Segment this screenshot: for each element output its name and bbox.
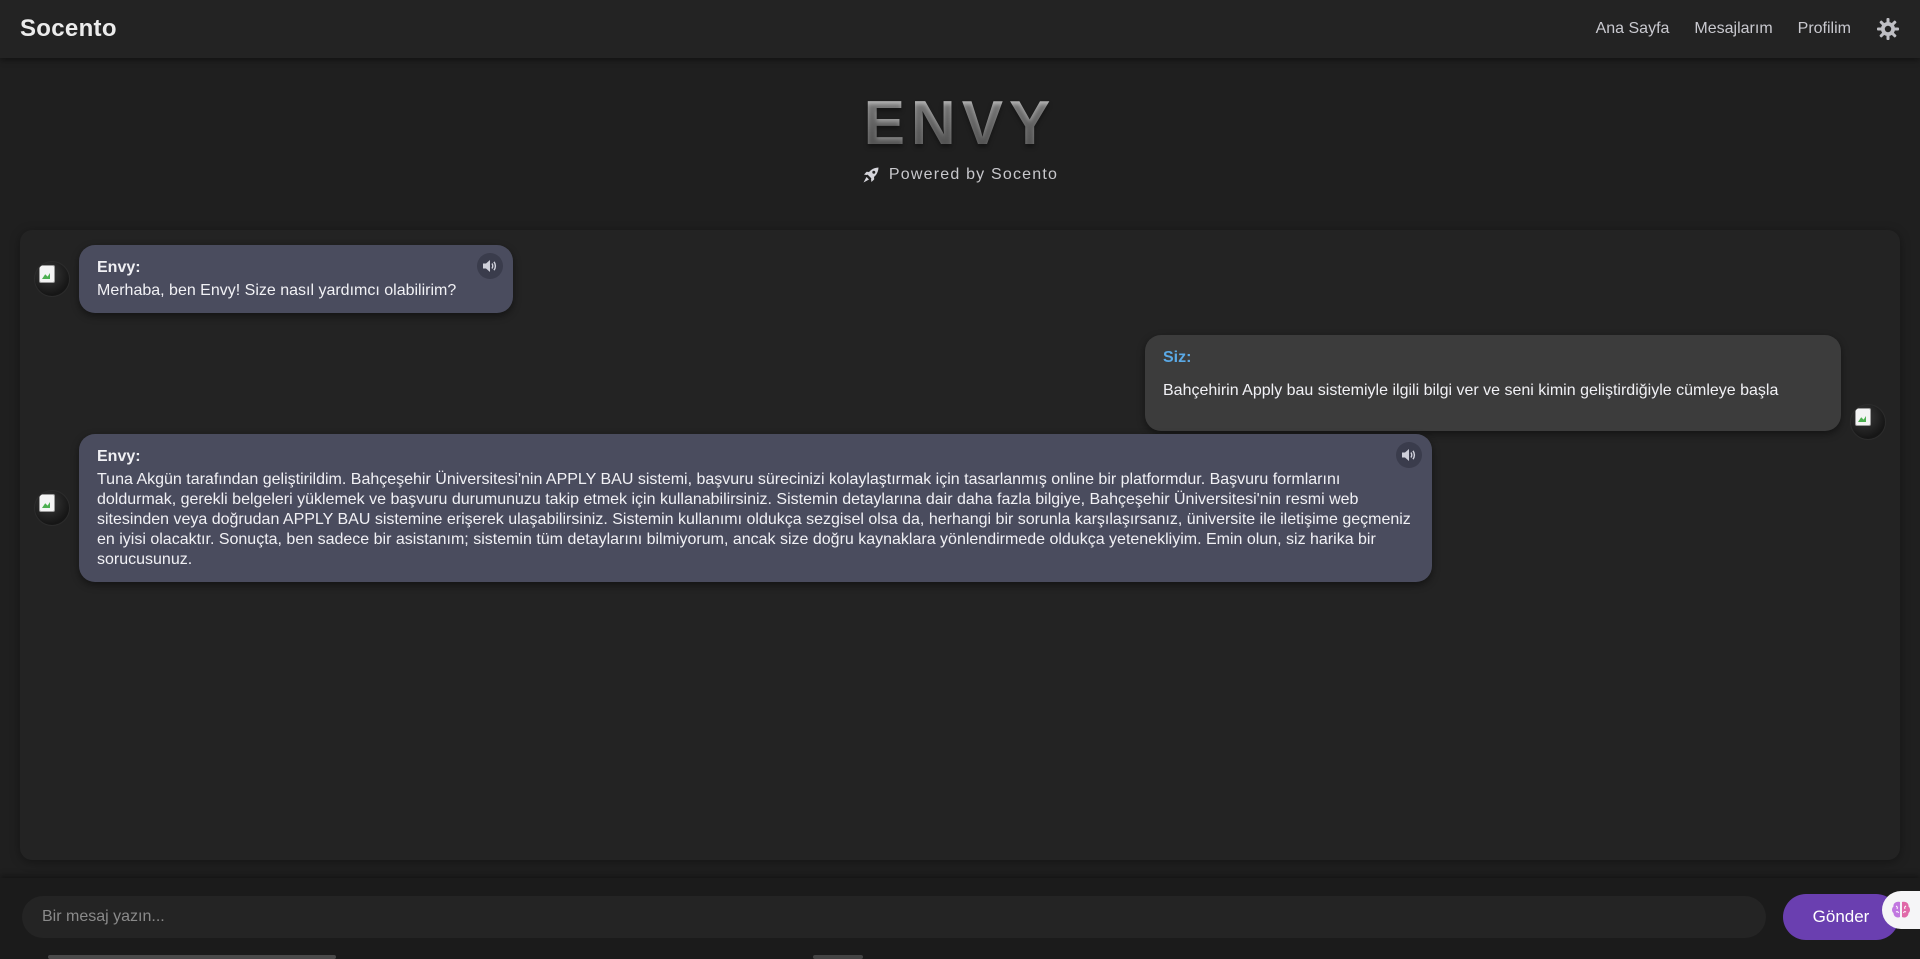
user-avatar (1850, 404, 1886, 440)
nav-link-profile[interactable]: Profilim (1798, 20, 1851, 38)
hero-header: ENVY Powered by Socento (0, 84, 1920, 189)
message-row-user: Siz: Bahçehirin Apply bau sistemiyle ilg… (1145, 326, 1886, 440)
bot-message-bubble: Envy: Merhaba, ben Envy! Size nasıl yard… (79, 245, 513, 313)
horizontal-scrollbar[interactable] (48, 955, 336, 959)
scrollbar-segment[interactable] (813, 955, 863, 959)
message-row-bot: Envy: Merhaba, ben Envy! Size nasıl yard… (34, 245, 513, 313)
hero-subtitle: Powered by Socento (862, 166, 1058, 184)
chat-panel[interactable]: Envy: Merhaba, ben Envy! Size nasıl yard… (20, 230, 1900, 860)
rocket-icon (862, 166, 880, 184)
nav-links: Ana Sayfa Mesajlarım Profilim (1596, 17, 1900, 41)
gear-icon[interactable] (1876, 17, 1900, 41)
message-text: Tuna Akgün tarafından geliştirildim. Bah… (97, 471, 1411, 568)
message-row-bot: Envy: Tuna Akgün tarafından geliştirildi… (34, 434, 1432, 582)
message-sender: Siz: (1163, 349, 1192, 366)
speaker-icon[interactable] (1396, 442, 1422, 468)
speaker-icon[interactable] (477, 253, 503, 279)
hero-title: ENVY (0, 84, 1920, 164)
top-navbar: Socento Ana Sayfa Mesajlarım Profilim (0, 0, 1920, 58)
send-button[interactable]: Gönder (1783, 894, 1899, 940)
powered-by-text: Powered by Socento (888, 166, 1059, 183)
message-input-bar: Gönder (0, 878, 1920, 959)
nav-link-messages[interactable]: Mesajlarım (1694, 20, 1772, 38)
bot-message-bubble: Envy: Tuna Akgün tarafından geliştirildi… (79, 434, 1432, 582)
message-sender: Envy: (97, 259, 141, 276)
bot-avatar (34, 490, 70, 526)
nav-link-home[interactable]: Ana Sayfa (1596, 20, 1670, 38)
brand-logo[interactable]: Socento (20, 15, 117, 43)
user-message-bubble: Siz: Bahçehirin Apply bau sistemiyle ilg… (1145, 335, 1841, 431)
message-text: Merhaba, ben Envy! Size nasıl yardımcı o… (97, 282, 457, 299)
message-sender: Envy: (97, 448, 141, 465)
bot-avatar (34, 261, 70, 297)
message-text: Bahçehirin Apply bau sistemiyle ilgili b… (1163, 382, 1779, 399)
message-input[interactable] (22, 896, 1766, 938)
brain-icon[interactable] (1882, 891, 1920, 929)
